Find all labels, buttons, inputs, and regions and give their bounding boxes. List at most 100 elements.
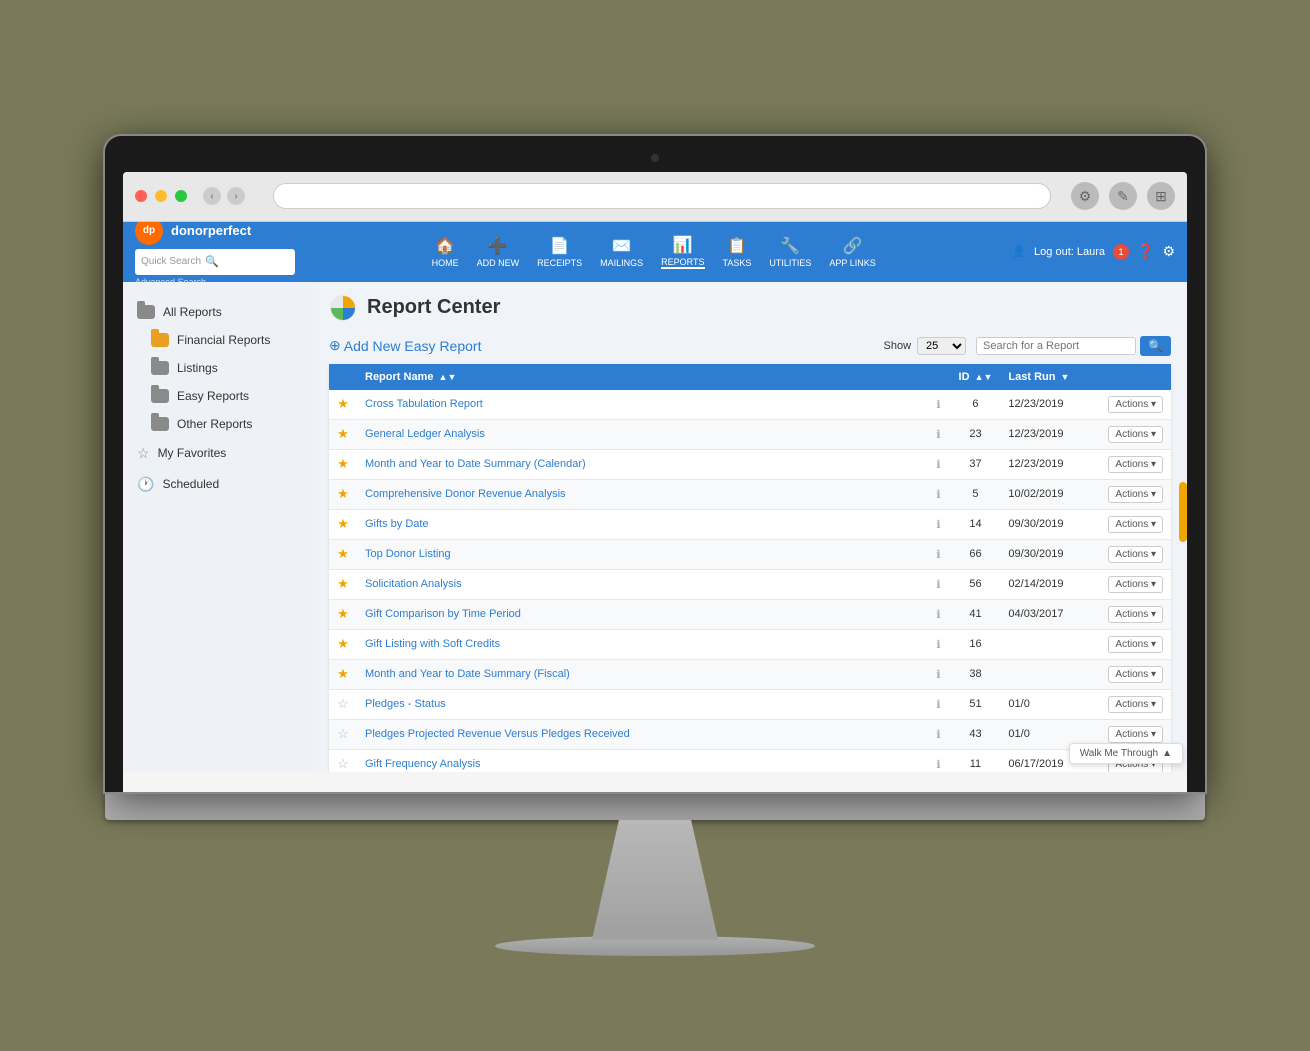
show-count-select[interactable]: 25 50 100 xyxy=(917,337,966,355)
star-cell[interactable]: ☆ xyxy=(329,749,357,772)
info-cell[interactable]: ℹ xyxy=(927,749,951,772)
nav-mailings[interactable]: ✉️ MAILINGS xyxy=(600,236,643,268)
star-cell[interactable]: ★ xyxy=(329,659,357,689)
star-cell[interactable]: ★ xyxy=(329,419,357,449)
nav-receipts[interactable]: 📄 RECEIPTS xyxy=(537,236,582,268)
info-cell[interactable]: ℹ xyxy=(927,449,951,479)
actions-button[interactable]: Actions ▾ xyxy=(1108,546,1163,563)
nav-utilities[interactable]: 🔧 UTILITIES xyxy=(769,236,811,268)
actions-button[interactable]: Actions ▾ xyxy=(1108,516,1163,533)
report-name-cell[interactable]: Gifts by Date xyxy=(357,509,927,539)
star-cell[interactable]: ☆ xyxy=(329,719,357,749)
star-cell[interactable]: ★ xyxy=(329,479,357,509)
star-cell[interactable]: ★ xyxy=(329,569,357,599)
report-name-cell[interactable]: Comprehensive Donor Revenue Analysis xyxy=(357,479,927,509)
quick-search-input[interactable]: Quick Search 🔍 xyxy=(135,249,295,275)
search-icon[interactable]: 🔍 xyxy=(205,255,219,268)
sidebar-item-all-reports[interactable]: All Reports xyxy=(123,298,313,326)
star-cell[interactable]: ★ xyxy=(329,629,357,659)
help-icon[interactable]: ❓ xyxy=(1137,243,1154,260)
close-btn[interactable] xyxy=(135,190,147,202)
info-cell[interactable]: ℹ xyxy=(927,659,951,689)
sidebar-item-scheduled[interactable]: 🕐 Scheduled xyxy=(123,469,313,500)
actions-cell[interactable]: Actions ▾ xyxy=(1100,539,1171,569)
search-report-input[interactable] xyxy=(976,337,1136,355)
actions-button[interactable]: Actions ▾ xyxy=(1108,666,1163,683)
actions-button[interactable]: Actions ▾ xyxy=(1108,606,1163,623)
actions-button[interactable]: Actions ▾ xyxy=(1108,456,1163,473)
report-name-cell[interactable]: Top Donor Listing xyxy=(357,539,927,569)
report-name-cell[interactable]: Solicitation Analysis xyxy=(357,569,927,599)
star-cell[interactable]: ☆ xyxy=(329,689,357,719)
walk-me-through-panel[interactable]: Walk Me Through ▲ xyxy=(1069,743,1183,764)
actions-cell[interactable]: Actions ▾ xyxy=(1100,569,1171,599)
maximize-btn[interactable] xyxy=(175,190,187,202)
col-last-run[interactable]: Last Run ▼ xyxy=(1000,364,1100,390)
sidebar-item-other-reports[interactable]: Other Reports xyxy=(123,410,313,438)
add-easy-report-button[interactable]: ⊕ Add New Easy Report xyxy=(329,337,481,354)
star-cell[interactable]: ★ xyxy=(329,599,357,629)
report-name-cell[interactable]: Month and Year to Date Summary (Fiscal) xyxy=(357,659,927,689)
nav-home[interactable]: 🏠 HOME xyxy=(432,236,459,268)
info-cell[interactable]: ℹ xyxy=(927,599,951,629)
report-name-cell[interactable]: General Ledger Analysis xyxy=(357,419,927,449)
star-cell[interactable]: ★ xyxy=(329,390,357,420)
info-cell[interactable]: ℹ xyxy=(927,569,951,599)
back-btn[interactable]: ‹ xyxy=(203,187,221,205)
actions-cell[interactable]: Actions ▾ xyxy=(1100,659,1171,689)
actions-button[interactable]: Actions ▾ xyxy=(1108,426,1163,443)
actions-cell[interactable]: Actions ▾ xyxy=(1100,419,1171,449)
actions-button[interactable]: Actions ▾ xyxy=(1108,726,1163,743)
actions-cell[interactable]: Actions ▾ xyxy=(1100,689,1171,719)
info-cell[interactable]: ℹ xyxy=(927,539,951,569)
browser-icon3[interactable]: ⊞ xyxy=(1147,182,1175,210)
report-name-cell[interactable]: Pledges - Status xyxy=(357,689,927,719)
actions-button[interactable]: Actions ▾ xyxy=(1108,576,1163,593)
report-name-cell[interactable]: Gift Listing with Soft Credits xyxy=(357,629,927,659)
info-cell[interactable]: ℹ xyxy=(927,719,951,749)
actions-button[interactable]: Actions ▾ xyxy=(1108,486,1163,503)
actions-button[interactable]: Actions ▾ xyxy=(1108,696,1163,713)
actions-cell[interactable]: Actions ▾ xyxy=(1100,479,1171,509)
info-cell[interactable]: ℹ xyxy=(927,689,951,719)
id-cell: 41 xyxy=(951,599,1001,629)
actions-cell[interactable]: Actions ▾ xyxy=(1100,449,1171,479)
actions-button[interactable]: Actions ▾ xyxy=(1108,636,1163,653)
browser-icon2[interactable]: ✎ xyxy=(1109,182,1137,210)
actions-cell[interactable]: Actions ▾ xyxy=(1100,599,1171,629)
sidebar-item-easy-reports[interactable]: Easy Reports xyxy=(123,382,313,410)
report-name-cell[interactable]: Pledges Projected Revenue Versus Pledges… xyxy=(357,719,927,749)
sidebar-item-my-favorites[interactable]: ☆ My Favorites xyxy=(123,438,313,469)
report-name-cell[interactable]: Cross Tabulation Report xyxy=(357,390,927,420)
star-cell[interactable]: ★ xyxy=(329,509,357,539)
sidebar-item-listings[interactable]: Listings xyxy=(123,354,313,382)
report-name-cell[interactable]: Gift Frequency Analysis xyxy=(357,749,927,772)
settings-icon[interactable]: ⚙ xyxy=(1162,243,1175,260)
actions-button[interactable]: Actions ▾ xyxy=(1108,396,1163,413)
forward-btn[interactable]: › xyxy=(227,187,245,205)
actions-cell[interactable]: Actions ▾ xyxy=(1100,629,1171,659)
minimize-btn[interactable] xyxy=(155,190,167,202)
address-bar[interactable] xyxy=(273,183,1051,209)
report-name-cell[interactable]: Gift Comparison by Time Period xyxy=(357,599,927,629)
sidebar-item-financial-reports[interactable]: Financial Reports xyxy=(123,326,313,354)
search-report-button[interactable]: 🔍 xyxy=(1140,336,1171,356)
col-id[interactable]: ID ▲▼ xyxy=(951,364,1001,390)
report-name-cell[interactable]: Month and Year to Date Summary (Calendar… xyxy=(357,449,927,479)
info-cell[interactable]: ℹ xyxy=(927,629,951,659)
info-cell[interactable]: ℹ xyxy=(927,390,951,420)
nav-reports[interactable]: 📊 REPORTS xyxy=(661,235,704,269)
nav-tasks[interactable]: 📋 TASKS xyxy=(723,236,752,268)
nav-app-links[interactable]: 🔗 APP LINKS xyxy=(829,236,875,268)
actions-cell[interactable]: Actions ▾ xyxy=(1100,390,1171,420)
col-report-name[interactable]: Report Name ▲▼ xyxy=(357,364,927,390)
actions-cell[interactable]: Actions ▾ xyxy=(1100,509,1171,539)
info-cell[interactable]: ℹ xyxy=(927,479,951,509)
star-cell[interactable]: ★ xyxy=(329,539,357,569)
info-cell[interactable]: ℹ xyxy=(927,419,951,449)
browser-icon[interactable]: ⚙ xyxy=(1071,182,1099,210)
user-label[interactable]: Log out: Laura xyxy=(1034,246,1105,258)
star-cell[interactable]: ★ xyxy=(329,449,357,479)
nav-add-new[interactable]: ➕ ADD NEW xyxy=(477,236,520,268)
info-cell[interactable]: ℹ xyxy=(927,509,951,539)
